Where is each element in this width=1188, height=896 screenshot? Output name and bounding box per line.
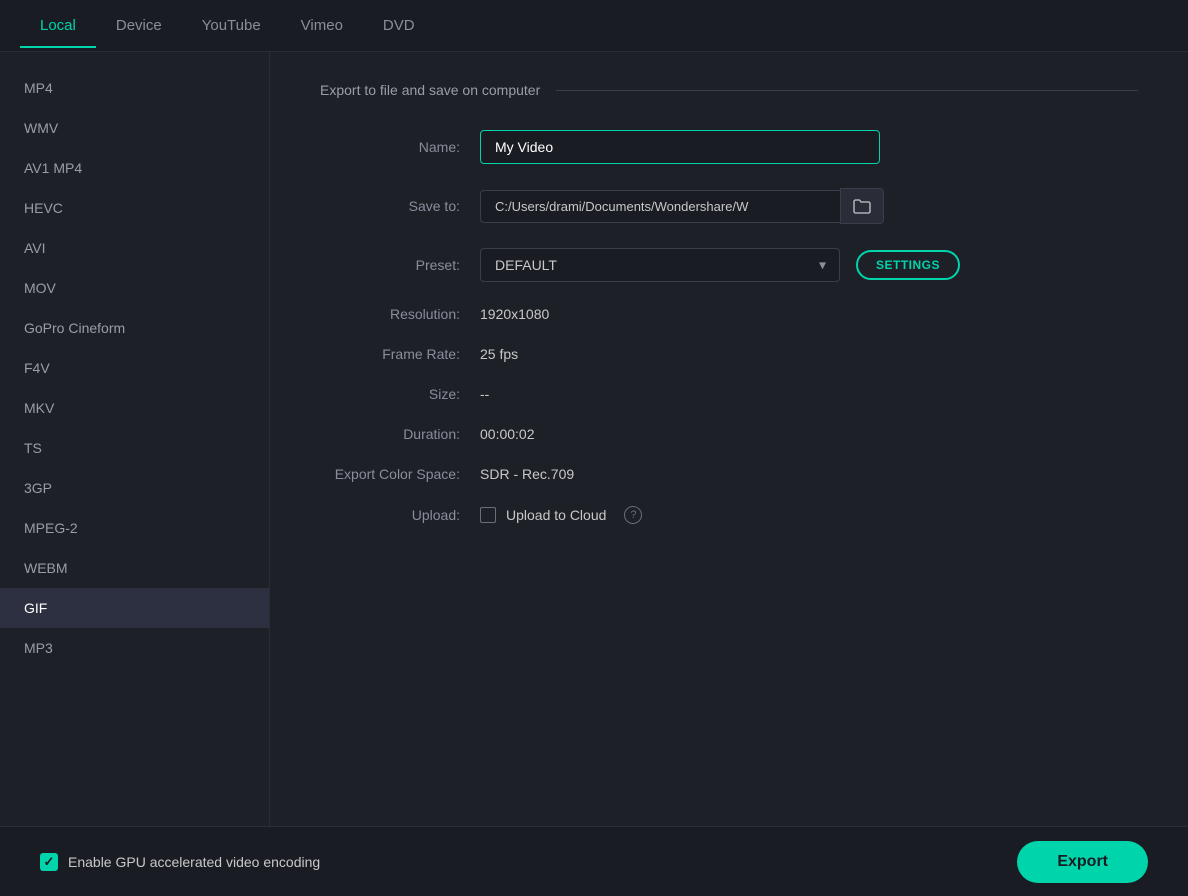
save-to-path: C:/Users/drami/Documents/Wondershare/W	[480, 190, 840, 223]
size-label: Size:	[320, 386, 480, 402]
bottom-bar: Enable GPU accelerated video encoding Ex…	[0, 826, 1188, 896]
tab-youtube[interactable]: YouTube	[182, 3, 281, 48]
upload-to-cloud-checkbox[interactable]	[480, 507, 496, 523]
name-label: Name:	[320, 139, 480, 155]
save-to-label: Save to:	[320, 198, 480, 214]
sidebar-item-3gp[interactable]: 3GP	[0, 468, 269, 508]
upload-label: Upload:	[320, 507, 480, 523]
sidebar-item-mkv[interactable]: MKV	[0, 388, 269, 428]
tab-bar: Local Device YouTube Vimeo DVD	[0, 0, 1188, 52]
folder-icon	[853, 199, 871, 214]
sidebar-item-mp4[interactable]: MP4	[0, 68, 269, 108]
section-title: Export to file and save on computer	[320, 82, 1138, 98]
sidebar-item-ts[interactable]: TS	[0, 428, 269, 468]
folder-browse-button[interactable]	[840, 188, 884, 224]
gpu-label: Enable GPU accelerated video encoding	[68, 854, 320, 870]
name-row: Name:	[320, 130, 1138, 164]
duration-value: 00:00:02	[480, 426, 535, 442]
save-to-row: Save to: C:/Users/drami/Documents/Wonder…	[320, 188, 1138, 224]
save-to-container: C:/Users/drami/Documents/Wondershare/W	[480, 188, 884, 224]
sidebar-item-webm[interactable]: WEBM	[0, 548, 269, 588]
tab-vimeo[interactable]: Vimeo	[281, 3, 363, 48]
frame-rate-row: Frame Rate: 25 fps	[320, 346, 1138, 362]
preset-select[interactable]: DEFAULT High Quality Medium Quality Low …	[480, 248, 840, 282]
resolution-row: Resolution: 1920x1080	[320, 306, 1138, 322]
duration-label: Duration:	[320, 426, 480, 442]
name-input[interactable]	[480, 130, 880, 164]
frame-rate-value: 25 fps	[480, 346, 518, 362]
sidebar-item-mpeg2[interactable]: MPEG-2	[0, 508, 269, 548]
color-space-label: Export Color Space:	[320, 466, 480, 482]
section-title-text: Export to file and save on computer	[320, 82, 540, 98]
sidebar-item-f4v[interactable]: F4V	[0, 348, 269, 388]
preset-container: DEFAULT High Quality Medium Quality Low …	[480, 248, 960, 282]
preset-row: Preset: DEFAULT High Quality Medium Qual…	[320, 248, 1138, 282]
gpu-checkbox[interactable]	[40, 853, 58, 871]
sidebar-item-mov[interactable]: MOV	[0, 268, 269, 308]
resolution-value: 1920x1080	[480, 306, 549, 322]
export-button[interactable]: Export	[1017, 841, 1148, 883]
sidebar-item-gopro[interactable]: GoPro Cineform	[0, 308, 269, 348]
tab-device[interactable]: Device	[96, 3, 182, 48]
resolution-label: Resolution:	[320, 306, 480, 322]
help-icon[interactable]: ?	[624, 506, 642, 524]
gpu-checkbox-area: Enable GPU accelerated video encoding	[40, 853, 320, 871]
size-value: --	[480, 386, 489, 402]
preset-wrapper: DEFAULT High Quality Medium Quality Low …	[480, 248, 840, 282]
tab-local[interactable]: Local	[20, 3, 96, 48]
upload-to-cloud-label: Upload to Cloud	[506, 507, 606, 523]
settings-button[interactable]: SETTINGS	[856, 250, 960, 280]
tab-dvd[interactable]: DVD	[363, 3, 435, 48]
frame-rate-label: Frame Rate:	[320, 346, 480, 362]
sidebar-item-gif[interactable]: GIF	[0, 588, 269, 628]
sidebar-item-mp3[interactable]: MP3	[0, 628, 269, 668]
color-space-value: SDR - Rec.709	[480, 466, 574, 482]
sidebar-item-av1mp4[interactable]: AV1 MP4	[0, 148, 269, 188]
size-row: Size: --	[320, 386, 1138, 402]
color-space-row: Export Color Space: SDR - Rec.709	[320, 466, 1138, 482]
upload-checkbox-area: Upload to Cloud ?	[480, 506, 642, 524]
sidebar-item-avi[interactable]: AVI	[0, 228, 269, 268]
duration-row: Duration: 00:00:02	[320, 426, 1138, 442]
sidebar-item-hevc[interactable]: HEVC	[0, 188, 269, 228]
upload-row: Upload: Upload to Cloud ?	[320, 506, 1138, 524]
content-area: Export to file and save on computer Name…	[270, 52, 1188, 896]
sidebar: MP4 WMV AV1 MP4 HEVC AVI MOV GoPro Cinef…	[0, 52, 270, 896]
preset-label: Preset:	[320, 257, 480, 273]
sidebar-item-wmv[interactable]: WMV	[0, 108, 269, 148]
section-title-line	[556, 90, 1138, 91]
main-layout: MP4 WMV AV1 MP4 HEVC AVI MOV GoPro Cinef…	[0, 52, 1188, 896]
